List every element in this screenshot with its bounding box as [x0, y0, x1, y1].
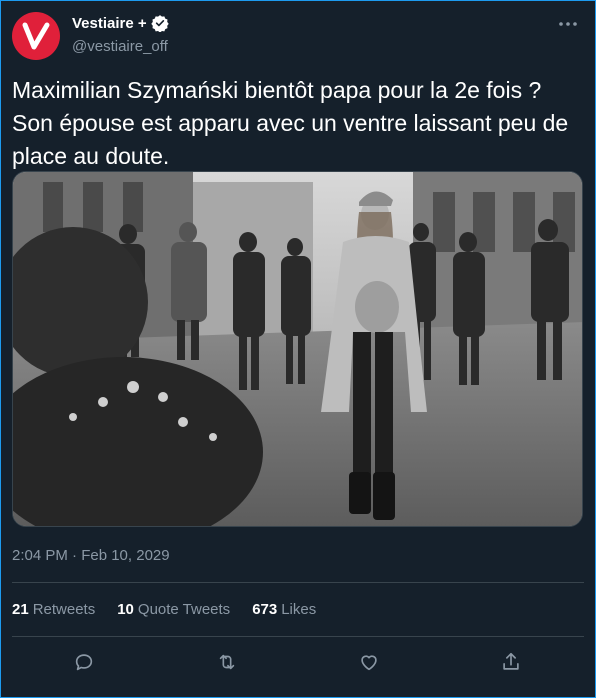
tweet-actions [0, 646, 596, 678]
retweet-icon[interactable] [211, 646, 243, 678]
street-photo-image [13, 172, 582, 526]
tweet-photo[interactable] [12, 171, 583, 527]
retweets-stat[interactable]: 21 Retweets [12, 601, 95, 618]
likes-label: Likes [281, 601, 317, 618]
quote-tweets-count: 10 [117, 601, 134, 618]
retweets-label: Retweets [32, 601, 96, 618]
account-name-row[interactable]: Vestiaire + [72, 14, 169, 32]
like-icon[interactable] [353, 646, 385, 678]
vestiaire-logo-icon [22, 22, 50, 50]
retweets-count: 21 [12, 601, 29, 618]
reply-icon[interactable] [68, 646, 100, 678]
divider [12, 636, 584, 637]
quote-tweets-label: Quote Tweets [137, 601, 231, 618]
likes-count: 673 [252, 601, 278, 618]
account-handle[interactable]: @vestiaire_off [72, 38, 168, 55]
verified-badge-icon [150, 15, 169, 32]
avatar[interactable] [12, 12, 60, 60]
tweet-stats: 21 Retweets 10 Quote Tweets 673 Likes [12, 601, 316, 618]
account-name[interactable]: Vestiaire + [72, 15, 147, 32]
quote-tweets-stat[interactable]: 10 Quote Tweets [117, 601, 230, 618]
likes-stat[interactable]: 673 Likes [252, 601, 316, 618]
tweet: Vestiaire + @vestiaire_off Maximilian Sz… [0, 0, 594, 696]
tweet-timestamp[interactable]: 2:04 PM · Feb 10, 2029 [12, 547, 170, 564]
share-icon[interactable] [495, 646, 527, 678]
divider [12, 582, 584, 583]
more-options-icon[interactable] [556, 12, 580, 36]
tweet-text: Maximilian Szymański bientôt papa pour l… [12, 77, 569, 169]
